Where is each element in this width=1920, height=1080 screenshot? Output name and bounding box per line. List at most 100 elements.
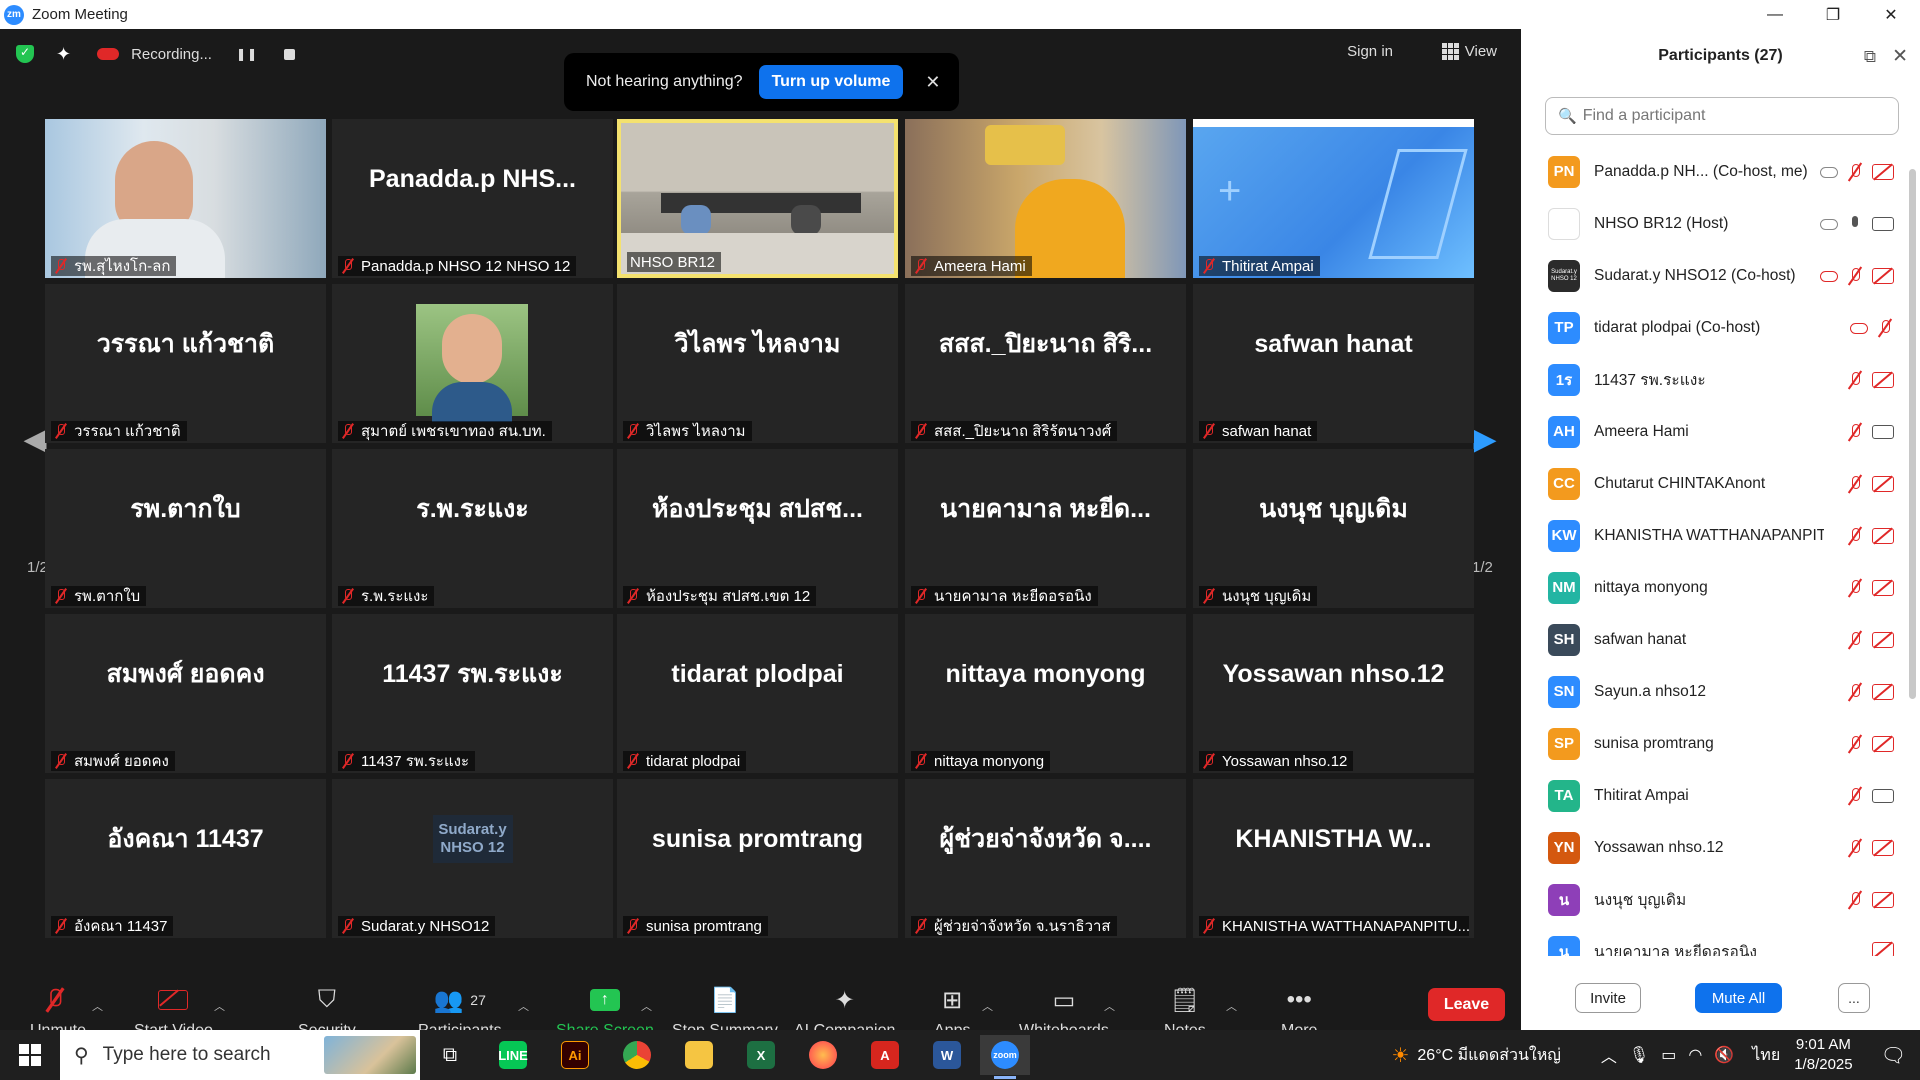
encryption-shield-icon[interactable]	[16, 45, 34, 63]
participants-caret-icon[interactable]: ︿	[518, 998, 529, 1014]
mic-muted-icon[interactable]	[1876, 318, 1894, 338]
participant-row[interactable]: Sudarat.y NHSO 12 Sudarat.y NHSO12 (Co-ho…	[1521, 250, 1904, 301]
video-tile[interactable]: Ameera Hami	[905, 119, 1186, 278]
mic-muted-icon[interactable]	[1846, 526, 1864, 546]
mic-muted-icon[interactable]	[1846, 890, 1864, 910]
speaker-muted-icon[interactable]: 🔇	[1714, 1045, 1734, 1065]
restore-button[interactable]: ❐	[1804, 0, 1862, 29]
zoom-app-icon[interactable]: zoom	[980, 1035, 1030, 1079]
participant-row[interactable]: YN Yossawan nhso.12	[1521, 822, 1904, 873]
mute-all-button[interactable]: Mute All	[1695, 983, 1782, 1013]
video-tile[interactable]: รพ.ตากใบ รพ.ตากใบ	[45, 449, 326, 608]
mic-muted-icon[interactable]	[1846, 630, 1864, 650]
video-tile[interactable]: สสส._ปิยะนาถ สิริ... สสส._ปิยะนาถ สิริรัต…	[905, 284, 1186, 443]
video-off-icon[interactable]	[1872, 840, 1894, 856]
taskbar-search[interactable]: ⚲	[60, 1030, 420, 1080]
video-off-icon[interactable]	[1872, 372, 1894, 388]
mic-muted-icon[interactable]	[1846, 786, 1864, 806]
participant-row[interactable]: น นายคามาล หะยีดอรอนิง	[1521, 926, 1904, 956]
video-options-caret-icon[interactable]: ︿	[214, 998, 225, 1014]
video-tile[interactable]: สุมาตย์ เพชรเขาทอง สน.บท.	[332, 284, 613, 443]
participant-row[interactable]: SH safwan hanat	[1521, 614, 1904, 665]
video-off-icon[interactable]	[1872, 528, 1894, 544]
excel-app-icon[interactable]: X	[736, 1035, 786, 1075]
mic-muted-icon[interactable]	[1846, 682, 1864, 702]
video-tile[interactable]: นงนุช บุญเดิม นงนุช บุญเดิม	[1193, 449, 1474, 608]
ai-sparkle-icon[interactable]: ✦	[56, 44, 71, 65]
file-explorer-icon[interactable]	[674, 1035, 724, 1075]
video-tile[interactable]: NHSO BR12	[617, 119, 898, 278]
video-tile[interactable]: tidarat plodpai tidarat plodpai	[617, 614, 898, 773]
apps-caret-icon[interactable]: ︿	[982, 998, 993, 1014]
participant-row[interactable]: SP sunisa promtrang	[1521, 718, 1904, 769]
participant-row[interactable]: 1ร 11437 รพ.ระแงะ	[1521, 354, 1904, 405]
video-tile[interactable]: ผู้ช่วยจ่าจังหวัด จ.... ผู้ช่วยจ่าจังหวัด…	[905, 779, 1186, 938]
video-icon[interactable]	[1872, 217, 1894, 231]
participant-row[interactable]: 🐵 NHSO BR12 (Host)	[1521, 198, 1904, 249]
minimize-button[interactable]: —	[1746, 0, 1804, 29]
video-tile[interactable]: สมพงศ์ ยอดคง สมพงศ์ ยอดคง	[45, 614, 326, 773]
close-window-button[interactable]: ✕	[1862, 0, 1920, 29]
video-tile[interactable]: sunisa promtrang sunisa promtrang	[617, 779, 898, 938]
close-panel-icon[interactable]: ✕	[1892, 45, 1908, 68]
participant-search-input[interactable]	[1582, 107, 1883, 125]
mic-muted-icon[interactable]	[1846, 474, 1864, 494]
video-icon[interactable]	[1872, 789, 1894, 803]
participant-row[interactable]: TP tidarat plodpai (Co-host)	[1521, 302, 1904, 353]
clock[interactable]: 9:01 AM 1/8/2025	[1794, 1035, 1852, 1075]
video-tile[interactable]: อังคณา 11437 อังคณา 11437	[45, 779, 326, 938]
video-tile[interactable]: KHANISTHA W... KHANISTHA WATTHANAPANPITU.…	[1193, 779, 1474, 938]
participant-row[interactable]: TA Thitirat Ampai	[1521, 770, 1904, 821]
word-app-icon[interactable]: W	[922, 1035, 972, 1075]
invite-button[interactable]: Invite	[1575, 983, 1641, 1013]
video-tile[interactable]: ห้องประชุม สปสช... ห้องประชุม สปสช.เขต 12	[617, 449, 898, 608]
notifications-icon[interactable]: 🗨	[1881, 1043, 1906, 1068]
video-tile[interactable]: + Thitirat Ampai	[1193, 119, 1474, 278]
video-off-icon[interactable]	[1872, 164, 1894, 180]
toast-close-icon[interactable]: ✕	[925, 72, 940, 93]
mic-icon[interactable]	[1846, 214, 1864, 234]
weather-sun-icon[interactable]: ☀	[1391, 1043, 1409, 1068]
video-tile[interactable]: safwan hanat safwan hanat	[1193, 284, 1474, 443]
mic-muted-icon[interactable]	[1846, 370, 1864, 390]
participant-row[interactable]: PN Panadda.p NH... (Co-host, me)	[1521, 146, 1904, 197]
share-options-caret-icon[interactable]: ︿	[641, 998, 652, 1014]
video-tile[interactable]: ร.พ.ระแงะ ร.พ.ระแงะ	[332, 449, 613, 608]
language-indicator[interactable]: ไทย	[1752, 1043, 1780, 1068]
video-tile[interactable]: วิไลพร ไหลงาม วิไลพร ไหลงาม	[617, 284, 898, 443]
audio-options-caret-icon[interactable]: ︿	[92, 998, 103, 1014]
firefox-app-icon[interactable]	[798, 1035, 848, 1075]
leave-button[interactable]: Leave	[1428, 988, 1505, 1021]
pop-out-icon[interactable]: ⧉	[1864, 47, 1876, 67]
panel-more-button[interactable]: ...	[1838, 983, 1870, 1013]
video-off-icon[interactable]	[1872, 580, 1894, 596]
battery-icon[interactable]: ▭	[1661, 1045, 1676, 1065]
video-tile[interactable]: Yossawan nhso.12 Yossawan nhso.12	[1193, 614, 1474, 773]
video-off-icon[interactable]	[1872, 632, 1894, 648]
notes-caret-icon[interactable]: ︿	[1226, 998, 1237, 1014]
video-off-icon[interactable]	[1872, 736, 1894, 752]
video-off-icon[interactable]	[1872, 892, 1894, 908]
wifi-icon[interactable]: ◠	[1688, 1045, 1702, 1065]
participant-row[interactable]: KW KHANISTHA WATTHANAPANPIT...	[1521, 510, 1904, 561]
video-tile[interactable]: Sudarat.y NHSO 12 Sudarat.y NHSO12	[332, 779, 613, 938]
tray-chevron-icon[interactable]: ︿	[1601, 1043, 1617, 1067]
stop-recording-icon[interactable]	[284, 48, 296, 60]
chrome-app-icon[interactable]	[612, 1035, 662, 1075]
whiteboards-caret-icon[interactable]: ︿	[1104, 998, 1115, 1014]
video-tile[interactable]: Panadda.p NHS... Panadda.p NHSO 12 NHSO 1…	[332, 119, 613, 278]
participant-row[interactable]: CC Chutarut CHINTAKAnont	[1521, 458, 1904, 509]
acrobat-app-icon[interactable]: A	[860, 1035, 910, 1075]
mic-muted-icon[interactable]	[1846, 578, 1864, 598]
participant-row[interactable]: AH Ameera Hami	[1521, 406, 1904, 457]
pause-recording-icon[interactable]: ❚❚	[236, 47, 258, 61]
video-tile[interactable]: 11437 รพ.ระแงะ 11437 รพ.ระแงะ	[332, 614, 613, 773]
mic-muted-icon[interactable]	[1846, 838, 1864, 858]
video-off-icon[interactable]	[1872, 476, 1894, 492]
video-icon[interactable]	[1872, 425, 1894, 439]
mic-muted-icon[interactable]	[1846, 734, 1864, 754]
tray-mic-icon[interactable]: 🎙	[1629, 1045, 1649, 1065]
video-tile[interactable]: รพ.สุไหงโก-ลก	[45, 119, 326, 278]
video-tile[interactable]: nittaya monyong nittaya monyong	[905, 614, 1186, 773]
participant-row[interactable]: SN Sayun.a nhso12	[1521, 666, 1904, 717]
